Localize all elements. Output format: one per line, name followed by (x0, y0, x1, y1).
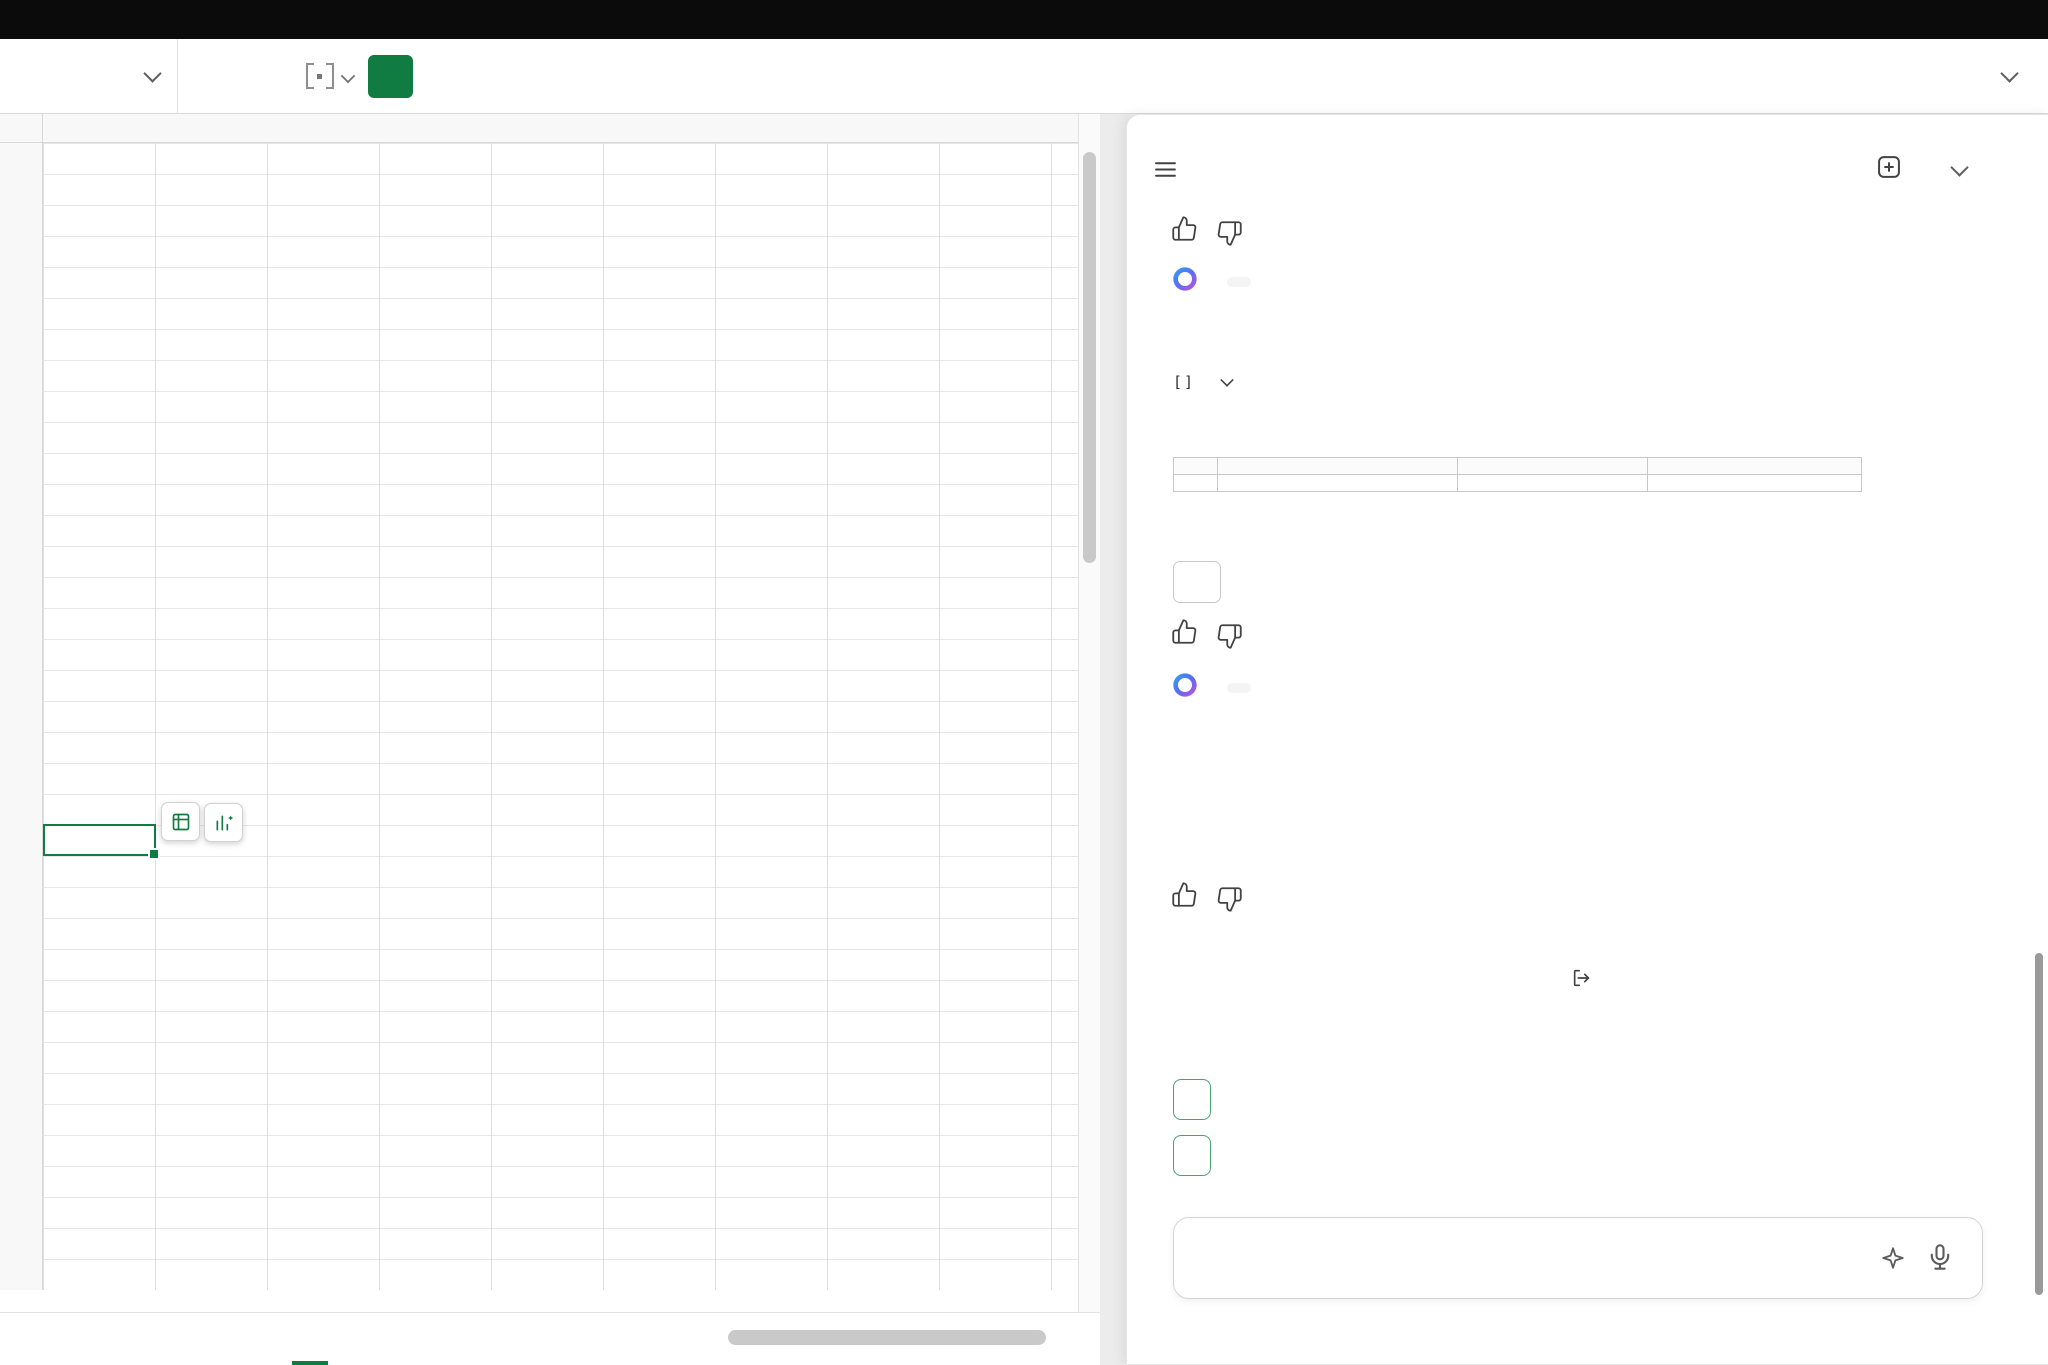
table-cell-ci-upper (1648, 475, 1862, 492)
py-icon (1173, 373, 1193, 391)
copilot-icon[interactable] (1880, 1245, 1906, 1276)
panel-scroll-thumb[interactable] (2035, 953, 2043, 1295)
copilot-logo (1171, 671, 1199, 704)
suggestion-pill-histogram[interactable] (1173, 1079, 1211, 1120)
analysis-result-table (1173, 457, 1862, 492)
show-analysis-chevron-icon (1220, 373, 1234, 387)
thumbs-up-icon[interactable] (1171, 881, 1198, 913)
grid-cells[interactable] (43, 143, 1081, 1290)
table-header-index (1174, 458, 1218, 475)
show-analysis-toggle[interactable] (1173, 373, 1233, 391)
formula-bar (0, 39, 2048, 114)
sheet-tab-analysis1-active[interactable] (292, 1313, 328, 1365)
vertical-scrollbar (1078, 114, 1100, 1312)
title-bar (0, 0, 2048, 39)
message-input[interactable] (1174, 1218, 1864, 1300)
ai-disclaimer-badge (1227, 683, 1251, 693)
stop-advanced-analysis-button[interactable] (1127, 967, 2048, 995)
table-header-ci-upper (1648, 458, 1862, 475)
insert-data-button[interactable] (161, 802, 200, 841)
thumbs-down-icon[interactable] (1216, 215, 1243, 247)
sheet-tab-sheet1[interactable] (168, 1313, 216, 1365)
excel-window (0, 0, 2048, 1365)
thumbs-down-icon[interactable] (1216, 881, 1243, 913)
vertical-scroll-thumb[interactable] (1083, 152, 1096, 563)
new-chat-icon[interactable] (1875, 153, 1903, 186)
message-input-box (1173, 1217, 1983, 1299)
table-icon (171, 812, 191, 832)
copilot-logo (1171, 265, 1199, 298)
name-box[interactable] (0, 39, 178, 113)
python-badge (368, 55, 413, 98)
hamburger-menu-icon[interactable] (1153, 157, 1178, 187)
name-box-chevron-icon[interactable] (143, 64, 161, 82)
message-header (1171, 265, 1251, 298)
feedback-row (1171, 881, 1243, 913)
row-headers (0, 143, 43, 1290)
quick-analysis-button[interactable] (204, 803, 243, 842)
thumbs-down-icon[interactable] (1216, 618, 1243, 650)
microphone-icon[interactable] (1926, 1243, 1954, 1276)
feedback-row (1171, 618, 1243, 650)
python-output-chevron-icon[interactable] (341, 69, 355, 83)
thumbs-up-icon[interactable] (1171, 215, 1198, 247)
sparkle-chart-icon (214, 813, 234, 833)
thumbs-up-icon[interactable] (1171, 618, 1198, 650)
column-headers (43, 114, 1078, 143)
feedback-row (1171, 215, 1243, 247)
fill-handle[interactable] (148, 848, 160, 860)
spreadsheet (0, 114, 1100, 1365)
table-cell-avg-mpg (1218, 475, 1458, 492)
python-output-type-icon[interactable] (306, 63, 334, 89)
table-cell-index (1174, 475, 1218, 492)
table-header-avg-mpg (1218, 458, 1458, 475)
selection-box-a24 (43, 824, 156, 856)
ai-disclaimer-badge (1227, 277, 1251, 287)
table-cell-ci-lower (1458, 475, 1648, 492)
table-header-ci-lower (1458, 458, 1648, 475)
sheet-tab-bar (0, 1312, 1100, 1365)
formula-bar-expand-icon[interactable] (2000, 64, 2018, 82)
select-all-corner[interactable] (0, 114, 43, 143)
suggestion-pill-compare[interactable] (1173, 1135, 1211, 1176)
exit-icon (1571, 967, 1593, 995)
panel-collapse-chevron-icon[interactable] (1950, 158, 1968, 176)
horizontal-scroll-thumb[interactable] (728, 1330, 1046, 1345)
add-results-button[interactable] (1173, 561, 1221, 603)
formula-input[interactable] (426, 39, 1986, 113)
copilot-panel (1126, 114, 2048, 1365)
message-header (1171, 671, 1251, 704)
